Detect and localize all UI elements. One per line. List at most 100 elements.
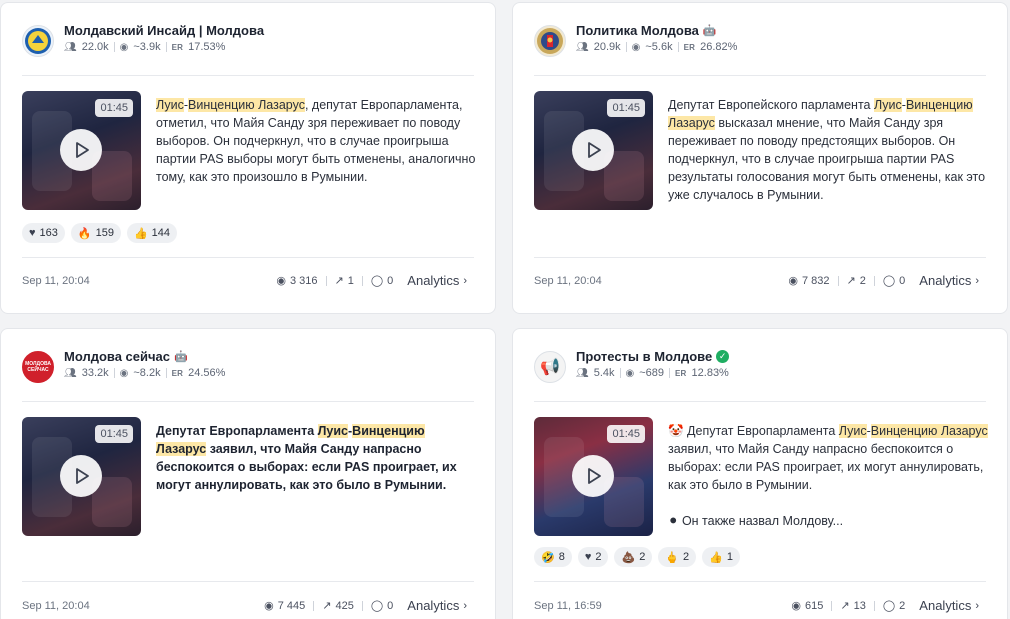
reaction-grin[interactable]: 🤣 8 [534,547,572,567]
shares-count: 13 [853,599,866,612]
views-count: 7 445 [277,599,306,612]
comment-icon: ◯ [882,600,896,612]
channel-name[interactable]: Молдавский Инсайд | Молдова [64,23,264,38]
channel-name[interactable]: Протесты в Молдове [576,349,712,364]
subscribers-count: 20.9k [593,41,621,53]
post-date: Sep 11, 16:59 [534,599,602,612]
eye-icon: ◉ [119,367,129,379]
channel-stats: 👥︎ 33.2k ◉ ~8.2k ER 24.56% [64,367,225,379]
heart-icon: ♥ [29,227,36,239]
comment-icon: ◯ [370,275,384,287]
post-text-extra[interactable]: ⚫ Он также назвал Молдову... [668,512,989,530]
reaction-middle-finger[interactable]: 🖕 2 [658,547,697,567]
subscribers-icon: 👥︎ [64,41,77,53]
shares-count: 425 [335,599,354,612]
views-count: 615 [805,599,824,612]
divider [619,368,621,378]
video-thumbnail[interactable]: 01:45 [22,91,141,210]
reaction-heart[interactable]: ♥ 163 [22,223,65,243]
share-icon: ↗ [322,600,332,612]
chevron-right-icon: › [463,599,467,612]
analytics-label: Analytics [407,598,460,613]
highlight: Луис [838,424,867,438]
channel-avatar[interactable]: 📢 [534,351,566,383]
comments-stat: ◯ 0 [882,274,906,288]
divider [165,368,167,378]
play-icon[interactable] [572,129,614,171]
reaction-fire[interactable]: 🔥 159 [70,223,121,243]
highlight: Винценцию Лазарус [870,424,988,438]
comments-count: 0 [387,599,394,612]
chevron-right-icon: › [463,274,467,287]
post-text: Луис-Винценцию Лазарус, депутат Европарл… [156,96,477,186]
divider [22,75,474,76]
highlight: Луис [873,98,902,112]
reaction-count: 163 [39,227,58,239]
subscribers-count: 33.2k [81,367,109,379]
channel-avatar[interactable] [534,25,566,57]
comment-icon: ◯ [882,275,896,287]
views-stat: ◉ 615 [791,599,824,613]
post-date: Sep 11, 20:04 [22,599,90,612]
comments-stat: ◯ 0 [370,274,393,288]
analytics-link[interactable]: Analytics › [919,598,979,613]
highlight: Луис [317,424,348,438]
video-thumbnail[interactable]: 01:45 [534,417,653,536]
text-part: заявил, что Майя Санду напрасно беспокои… [668,442,984,492]
subscribers-count: 5.4k [593,367,615,379]
comments-stat: ◯ 0 [371,599,394,613]
post-card: МОЛДОВА СЕЙЧАС Молдова сейчас 🤖 👥︎ 33.2k… [0,328,496,619]
reaction-count: 2 [639,551,646,563]
channel-avatar[interactable] [22,25,54,57]
comments-count: 2 [899,599,906,612]
chevron-right-icon: › [975,274,979,287]
avg-views: ~5.6k [645,41,673,53]
play-icon[interactable] [572,455,614,497]
reactions: ♥ 163 🔥 159 👍 144 [22,223,178,243]
analytics-link[interactable]: Analytics › [919,273,979,288]
reaction-thumbs-up[interactable]: 👍 144 [126,223,178,243]
reaction-heart[interactable]: ♥ 2 [577,547,609,567]
reaction-count: 8 [558,551,565,563]
play-icon[interactable] [60,129,102,171]
channel-name[interactable]: Молдова сейчас [64,349,170,364]
text-part: Депутат Европарламента [156,424,318,438]
channel-avatar[interactable]: МОЛДОВА СЕЙЧАС [22,351,54,383]
post-footer: Sep 11, 20:04 ◉ 7 832 ↗ 2 ◯ 0 Analytics › [534,273,979,288]
video-thumbnail[interactable]: 01:45 [534,91,653,210]
divider [113,42,115,52]
divider [165,42,167,52]
shares-stat: ↗ 425 [322,599,354,613]
shares-count: 2 [859,274,866,287]
video-duration: 01:45 [607,99,645,117]
thumbs-up-icon: 👍 [133,227,148,240]
eye-icon: ◉ [119,41,129,53]
subscribers-count: 22.0k [81,41,109,53]
shares-stat: ↗ 2 [847,274,866,288]
play-icon[interactable] [60,455,102,497]
post-text: Депутат Европейского парламента Луис-Вин… [668,96,989,204]
analytics-link[interactable]: Analytics › [407,598,467,613]
post-footer: Sep 11, 20:04 ◉ 3 316 ↗ 1 ◯ 0 Analytics › [22,273,467,288]
divider [113,368,115,378]
chevron-right-icon: › [975,599,979,612]
thumbs-up-icon: 👍 [709,551,723,564]
channel-name[interactable]: Политика Молдова [576,23,699,38]
views-stat: ◉ 7 445 [264,599,306,613]
er-value: 12.83% [691,367,729,379]
subscribers-icon: 👥︎ [576,41,589,53]
comments-stat: ◯ 2 [882,599,906,613]
video-thumbnail[interactable]: 01:45 [22,417,141,536]
er-label: ER [675,368,687,378]
divider [677,42,679,52]
reaction-thumbs-up[interactable]: 👍 1 [702,547,740,567]
eye-icon: ◉ [264,600,274,612]
heart-icon: ♥ [584,551,592,563]
reaction-poop[interactable]: 💩 2 [614,547,653,567]
text-part: высказал мнение, что Майя Санду зря пере… [668,116,986,202]
channel-header: Политика Молдова 🤖 👥︎ 20.9k ◉ ~5.6k ER 2… [534,23,737,57]
views-count: 3 316 [289,274,318,287]
views-stat: ◉ 3 316 [276,274,318,288]
comments-count: 0 [899,274,906,287]
analytics-link[interactable]: Analytics › [407,273,467,288]
